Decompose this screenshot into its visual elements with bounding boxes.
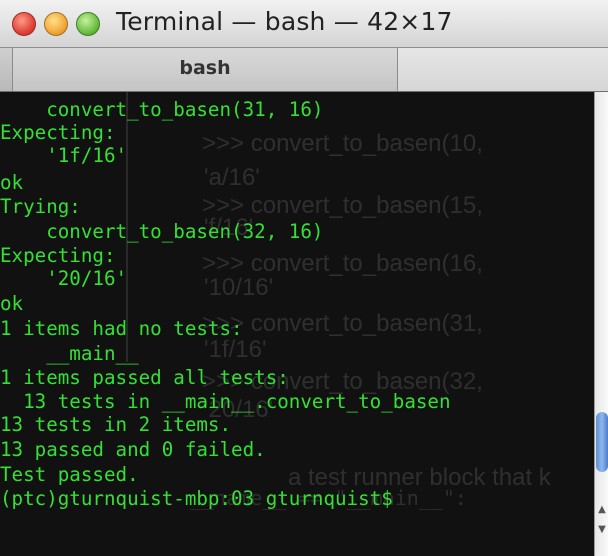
terminal-line: 13 tests in __main__.convert_to_basen <box>0 390 451 413</box>
window-titlebar[interactable]: Terminal — bash — 42×17 <box>0 0 608 48</box>
terminal-line: Expecting: <box>0 121 116 144</box>
tab-bar: bash <box>0 48 608 92</box>
ghost-line: >>> convert_to_basen(15, <box>202 192 483 219</box>
ghost-line: 'a/16' <box>204 164 260 191</box>
zoom-button[interactable] <box>76 12 100 36</box>
close-button[interactable] <box>12 12 36 36</box>
scrollbar-thumb[interactable] <box>596 412 608 472</box>
terminal-line: Trying: <box>0 195 81 218</box>
window-title: Terminal — bash — 42×17 <box>116 7 453 36</box>
terminal-line: ok <box>0 292 24 315</box>
ghost-line: >>> convert_to_basen(10, <box>202 130 483 157</box>
terminal-scrollbar[interactable]: ▲ ▼ <box>594 92 608 556</box>
tab-bar-empty-area <box>398 48 608 91</box>
terminal-line: 13 tests in 2 items. <box>0 413 232 436</box>
terminal-line: 1 items passed all tests: <box>0 366 289 389</box>
minimize-button[interactable] <box>44 12 68 36</box>
terminal-line: convert_to_basen(32, 16) <box>0 220 324 243</box>
terminal-line: (ptc)gturnquist-mbp:03 gturnquist$ <box>0 487 393 510</box>
tab-label: bash <box>179 57 231 79</box>
ghost-line: '1f/16' <box>204 336 267 363</box>
terminal-line: 13 passed and 0 failed. <box>0 438 266 461</box>
scroll-down-arrow-icon[interactable]: ▼ <box>597 522 607 538</box>
terminal-line: convert_to_basen(31, 16) <box>0 98 324 121</box>
terminal-line: '20/16' <box>0 267 128 290</box>
terminal-line: ok <box>0 171 24 194</box>
terminal-line: '1f/16' <box>0 144 128 167</box>
ghost-line: '10/16' <box>204 274 274 301</box>
terminal-line: Expecting: <box>0 244 116 267</box>
terminal-line: Test passed. <box>0 463 139 486</box>
terminal-line: 1 items had no tests: <box>0 317 243 340</box>
tab-bash[interactable]: bash <box>12 48 398 91</box>
ghost-line: >>> convert_to_basen(31, <box>202 310 483 337</box>
terminal-output[interactable]: >>> convert_to_basen(10, 'a/16' >>> conv… <box>0 92 594 556</box>
scroll-up-arrow-icon[interactable]: ▲ <box>597 502 607 518</box>
ghost-line: >>> convert_to_basen(16, <box>202 250 483 277</box>
terminal-line: __main__ <box>0 342 139 365</box>
